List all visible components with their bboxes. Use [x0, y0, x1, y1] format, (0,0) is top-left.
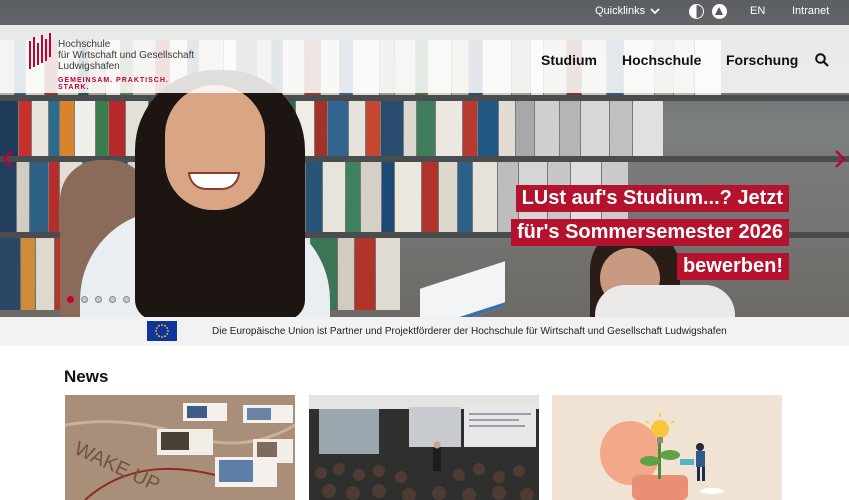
- nav-hochschule[interactable]: Hochschule: [622, 52, 701, 68]
- logo-tagline: GEMEINSAM. PRAKTISCH. STARK.: [58, 77, 169, 91]
- promo-line-2: für's Sommersemester 2026: [510, 219, 789, 246]
- logo-line-3: Ludwigshafen: [58, 61, 120, 72]
- chevron-down-icon[interactable]: [650, 8, 660, 15]
- promo-line-1: LUst auf's Studium...? Jetzt: [515, 185, 789, 212]
- slide-dot[interactable]: [123, 296, 130, 303]
- hero-slider: Quicklinks EN Intranet Hochschule für Wi…: [0, 0, 849, 317]
- eu-banner: Die Europäische Union ist Partner und Pr…: [0, 317, 849, 346]
- news-card-image[interactable]: [309, 395, 539, 500]
- logo-mark-icon: [29, 33, 51, 69]
- contrast-toggle-icon[interactable]: [689, 4, 704, 19]
- nav-forschung[interactable]: Forschung: [726, 52, 798, 68]
- slider-prev-icon[interactable]: [2, 150, 14, 168]
- slide-dot[interactable]: [109, 296, 116, 303]
- news-card-image[interactable]: WAKE UP: [65, 395, 295, 500]
- logo-line-2: für Wirtschaft und Gesellschaft: [58, 50, 195, 61]
- slide-dot[interactable]: [95, 296, 102, 303]
- search-icon[interactable]: [815, 53, 829, 67]
- eu-banner-text: Die Europäische Union ist Partner und Pr…: [212, 326, 727, 337]
- eu-flag-icon: [147, 321, 177, 341]
- slider-pagination: [67, 296, 130, 303]
- news-card-image[interactable]: [552, 395, 782, 500]
- news-heading: News: [64, 367, 109, 386]
- intranet-link[interactable]: Intranet: [792, 5, 829, 17]
- slide-dot[interactable]: [81, 296, 88, 303]
- slide-dot[interactable]: [67, 296, 74, 303]
- bookshelf-row: [0, 101, 849, 156]
- utility-bar: Quicklinks EN Intranet: [0, 0, 849, 25]
- news-image-workshop: WAKE UP: [65, 395, 295, 500]
- nav-studium[interactable]: Studium: [541, 52, 597, 68]
- news-image-illustration: [552, 395, 782, 500]
- news-image-auditorium: [309, 395, 539, 500]
- university-logo[interactable]: Hochschule für Wirtschaft und Gesellscha…: [28, 33, 198, 91]
- quicklinks-menu[interactable]: Quicklinks: [595, 5, 645, 17]
- promo-line-3: bewerben!: [676, 253, 789, 280]
- language-switch[interactable]: EN: [750, 5, 765, 17]
- logo-line-1: Hochschule: [58, 39, 111, 50]
- slider-next-icon[interactable]: [834, 150, 846, 168]
- accessibility-icon[interactable]: [712, 4, 727, 19]
